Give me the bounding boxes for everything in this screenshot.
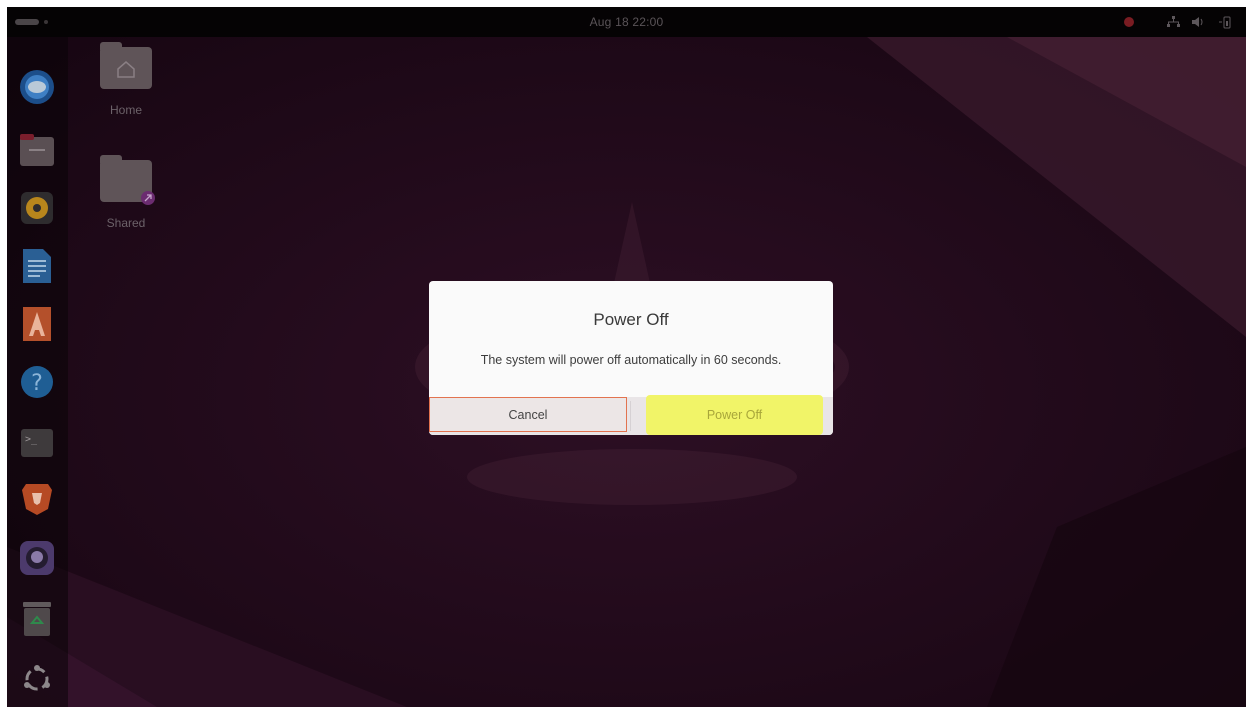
ubuntu-apps-icon[interactable]: [16, 658, 58, 700]
cancel-button[interactable]: Cancel: [429, 397, 627, 432]
power-off-button[interactable]: Power Off: [646, 395, 823, 435]
desktop-shared-folder[interactable]: Shared: [91, 155, 161, 230]
dialog-message: The system will power off automatically …: [480, 353, 782, 367]
home-folder-icon: [100, 42, 152, 89]
clock[interactable]: Aug 18 22:00: [7, 15, 1246, 29]
top-bar: Aug 18 22:00: [7, 7, 1246, 37]
desktop-home-folder[interactable]: Home: [91, 42, 161, 117]
svg-text:?: ?: [31, 371, 43, 396]
thunderbird-icon[interactable]: [16, 66, 58, 108]
dialog-button-row: Cancel Power Off: [429, 395, 833, 435]
notification-icon[interactable]: [1122, 15, 1136, 29]
battery-icon[interactable]: [1218, 15, 1232, 29]
rhythmbox-icon[interactable]: [16, 187, 58, 229]
dialog-title: Power Off: [593, 310, 669, 329]
github-icon[interactable]: [16, 537, 58, 579]
desktop-screen: Aug 18 22:00 ? >_ Home Shared Power Off …: [7, 7, 1246, 707]
files-icon[interactable]: [16, 129, 58, 171]
app-center-icon[interactable]: [16, 303, 58, 345]
power-off-dialog: Power Off The system will power off auto…: [429, 281, 833, 435]
trash-icon[interactable]: [16, 598, 58, 640]
terminal-icon[interactable]: >_: [16, 422, 58, 464]
shared-label: Shared: [106, 216, 146, 230]
volume-icon[interactable]: [1192, 15, 1206, 29]
system-tray[interactable]: [1122, 14, 1232, 30]
help-icon[interactable]: ?: [16, 361, 58, 403]
svg-text:>_: >_: [25, 434, 38, 445]
home-label: Home: [109, 103, 142, 117]
shared-folder-icon: [100, 155, 155, 205]
network-icon[interactable]: [1166, 15, 1180, 29]
libreoffice-writer-icon[interactable]: [16, 245, 58, 287]
button-separator: [630, 401, 631, 431]
dock: ? >_: [7, 37, 68, 707]
brave-browser-icon[interactable]: [16, 478, 58, 520]
